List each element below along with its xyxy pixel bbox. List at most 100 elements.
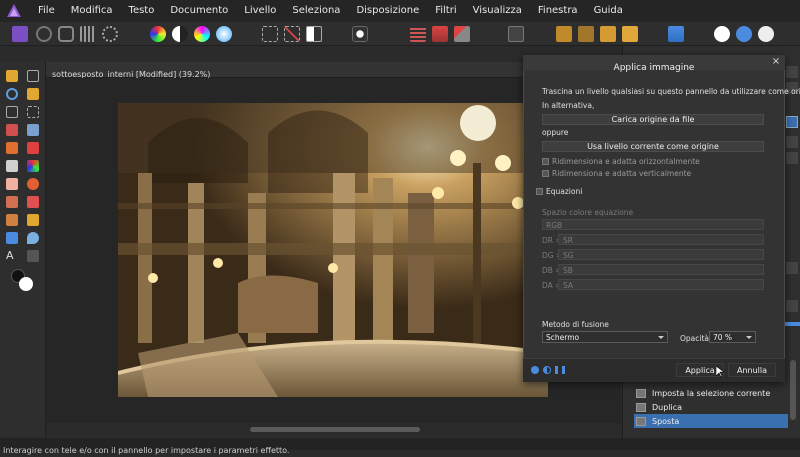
panel-collapse-icon[interactable] (786, 66, 798, 78)
smudge-tool-icon[interactable] (6, 214, 18, 226)
color-space-dropdown[interactable]: RGB (542, 219, 764, 230)
menu-testo[interactable]: Testo (121, 0, 163, 22)
red-eye-tool-icon[interactable] (27, 196, 39, 208)
quick-mask-icon[interactable] (352, 26, 368, 42)
compare-icon[interactable] (543, 366, 551, 374)
menu-documento[interactable]: Documento (162, 0, 236, 22)
text-tool-icon[interactable]: A (6, 250, 18, 262)
paint-mixer-icon[interactable] (27, 160, 39, 172)
clone-tool-icon[interactable] (6, 196, 18, 208)
crop-tool-icon[interactable] (6, 106, 18, 118)
layer-visible-checkbox-2[interactable] (786, 136, 798, 148)
dialog-titlebar[interactable]: Applica immagine (523, 55, 785, 73)
history-item[interactable]: Duplica (634, 400, 788, 414)
white-balance-icon[interactable] (216, 26, 232, 42)
pen-tool-icon[interactable] (27, 214, 39, 226)
cancel-button[interactable]: Annulla (728, 363, 776, 377)
menu-disposizione[interactable]: Disposizione (348, 0, 427, 22)
eraser-tool-icon[interactable] (6, 178, 18, 190)
boolean-add-icon[interactable] (714, 26, 730, 42)
flood-select-icon[interactable] (27, 124, 39, 136)
menu-livello[interactable]: Livello (236, 0, 284, 22)
load-source-button[interactable]: Carica origine da file (542, 114, 764, 125)
hand-tool-icon[interactable] (6, 70, 18, 82)
document-image[interactable] (118, 103, 548, 397)
menu-file[interactable]: File (30, 0, 63, 22)
tone-mapping-persona-icon[interactable] (80, 26, 96, 42)
color-icon[interactable] (150, 26, 166, 42)
menu-visualizza[interactable]: Visualizza (465, 0, 530, 22)
marquee-tool-icon[interactable] (27, 106, 39, 118)
color-replacement-icon[interactable] (27, 142, 39, 154)
equations-checkbox[interactable] (536, 188, 543, 195)
opacity-field[interactable]: 70 % (709, 331, 756, 343)
history-scrollbar[interactable] (790, 360, 796, 420)
horizontal-scroll-thumb[interactable] (250, 427, 420, 432)
select-all-icon[interactable] (262, 26, 278, 42)
blur-tool-icon[interactable] (27, 232, 39, 244)
deselect-icon[interactable] (284, 26, 300, 42)
history-item-label: Sposta (652, 416, 680, 426)
color-picker-icon[interactable] (27, 88, 39, 100)
history-item-selected[interactable]: Sposta (634, 414, 788, 428)
reset-icon[interactable] (555, 366, 565, 374)
liquify-persona-icon[interactable] (36, 26, 52, 42)
shape-tool-icon[interactable] (6, 232, 18, 244)
resize-vertical-checkbox[interactable] (542, 170, 549, 177)
dialog-title: Applica immagine (613, 63, 695, 73)
secondary-color-swatch[interactable] (19, 277, 33, 291)
panel-scroll-icon[interactable] (786, 262, 798, 274)
snapping-icon[interactable] (454, 26, 470, 42)
snap-icon[interactable] (432, 26, 448, 42)
invert-selection-icon[interactable] (306, 26, 322, 42)
export-persona-icon[interactable] (102, 26, 118, 42)
panel-option-icon[interactable] (786, 300, 798, 312)
menu-seleziona[interactable]: Seleziona (284, 0, 348, 22)
resize-horizontal-checkbox[interactable] (542, 158, 549, 165)
menu-guida[interactable]: Guida (586, 0, 631, 22)
opera-interior-image (118, 103, 548, 397)
zoom-tool-icon[interactable] (6, 88, 18, 100)
chevron-down-icon (658, 336, 664, 339)
boolean-subtract-icon[interactable] (736, 26, 752, 42)
dodge-tool-icon[interactable] (27, 178, 39, 190)
history-item[interactable]: Imposta la selezione corrente (634, 386, 788, 400)
menu-filtri[interactable]: Filtri (427, 0, 464, 22)
tools-panel: A (0, 62, 46, 442)
selection-brush-icon[interactable] (6, 124, 18, 136)
arrange-backward-icon[interactable] (578, 26, 594, 42)
paint-brush-icon[interactable] (6, 142, 18, 154)
hsl-icon[interactable] (194, 26, 210, 42)
arrange-forward-icon[interactable] (600, 26, 616, 42)
mesh-warp-icon[interactable] (27, 250, 39, 262)
or-label: oppure (542, 128, 569, 137)
develop-persona-icon[interactable] (58, 26, 74, 42)
eq-row-field[interactable]: SR (558, 234, 764, 245)
toolbar (0, 22, 800, 46)
levels-icon[interactable] (172, 26, 188, 42)
layer-visible-checkbox-3[interactable] (786, 152, 798, 164)
arrange-front-icon[interactable] (622, 26, 638, 42)
eq-row-field[interactable]: SA (558, 279, 764, 290)
move-tool-icon[interactable] (27, 70, 39, 82)
grid-icon[interactable] (410, 26, 426, 42)
menu-finestra[interactable]: Finestra (530, 0, 586, 22)
use-current-layer-button[interactable]: Usa livello corrente come origine (542, 141, 764, 152)
close-icon[interactable]: × (770, 56, 782, 68)
preset-icon[interactable] (531, 366, 539, 374)
color-space-value: RGB (546, 221, 563, 230)
pixel-tool-icon[interactable] (6, 160, 18, 172)
history-item-icon (636, 402, 646, 412)
photo-persona-icon[interactable] (12, 26, 28, 42)
align-icon[interactable] (668, 26, 684, 42)
eq-row-field[interactable]: SG (558, 249, 764, 260)
menu-modifica[interactable]: Modifica (63, 0, 121, 22)
dialog-instructions: Trascina un livello qualsiasi su questo … (542, 87, 800, 96)
arrange-back-icon[interactable] (556, 26, 572, 42)
eq-row-field[interactable]: SB (558, 264, 764, 275)
document-tab[interactable]: sottoesposto_interni [Modified] (39.2%) (46, 62, 566, 79)
blend-mode-dropdown[interactable]: Schermo (542, 331, 668, 343)
boolean-intersect-icon[interactable] (758, 26, 774, 42)
layer-visible-checkbox[interactable] (786, 116, 798, 128)
assistant-icon[interactable] (508, 26, 524, 42)
